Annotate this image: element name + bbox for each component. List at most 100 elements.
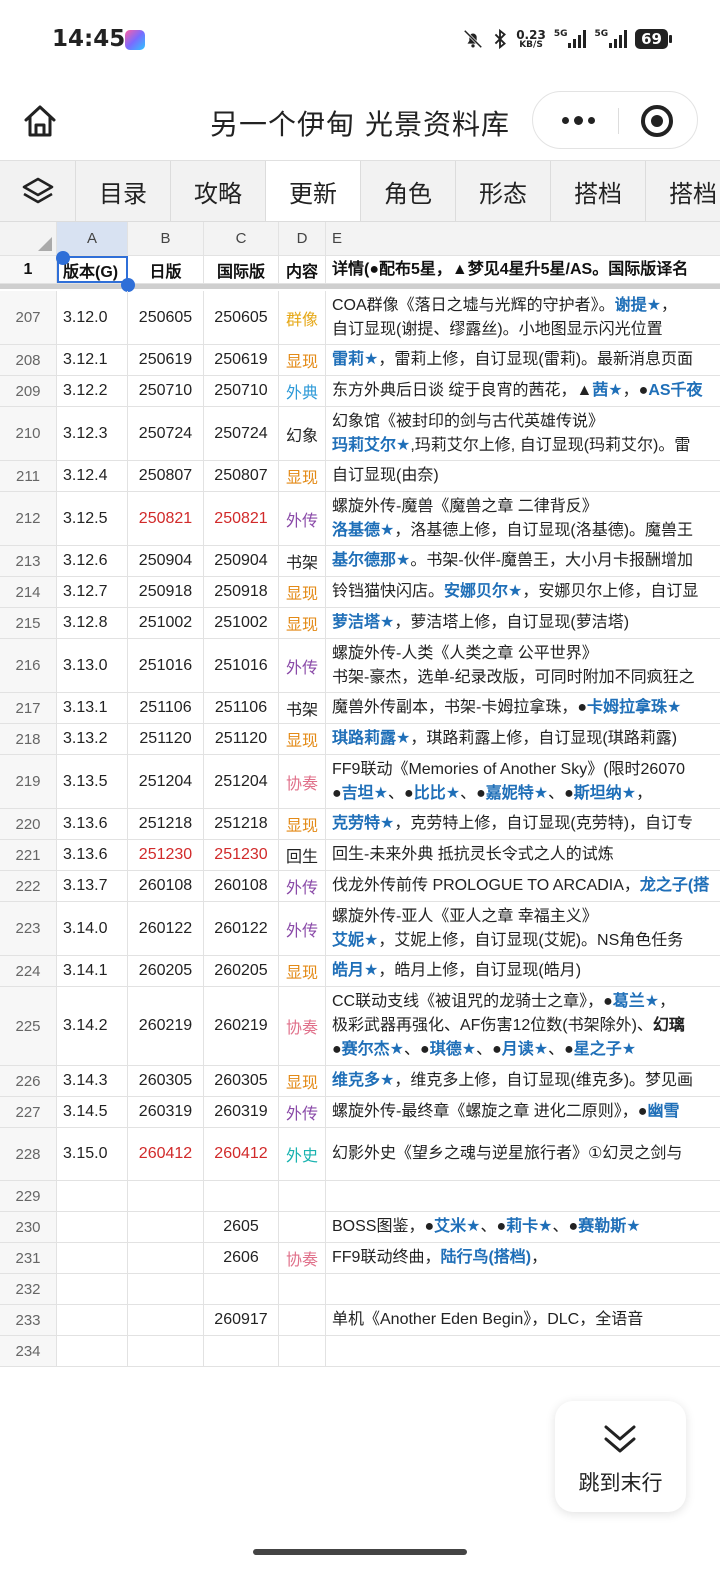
row-number[interactable]: 225 <box>0 987 57 1065</box>
cell-content-type[interactable]: 外传 <box>279 871 326 901</box>
cell-global-date[interactable]: 250619 <box>204 345 279 375</box>
cell-jp-date[interactable]: 260305 <box>128 1066 204 1096</box>
cell-global-date[interactable]: 251204 <box>204 755 279 808</box>
cell-details[interactable]: 螺旋外传-最终章《螺旋之章 进化二原则》，●幽雪 <box>326 1097 720 1127</box>
character-name-link[interactable]: 安娜贝尔★ <box>444 583 522 600</box>
cell-version[interactable]: 3.12.3 <box>57 407 128 460</box>
cell-global-date[interactable]: 260319 <box>204 1097 279 1127</box>
cell-global-date[interactable]: 250605 <box>204 291 279 344</box>
cell-global-date[interactable]: 260205 <box>204 956 279 986</box>
column-header-d[interactable]: D <box>279 222 326 255</box>
row-number[interactable]: 232 <box>0 1274 57 1304</box>
cell-global-date[interactable]: 260122 <box>204 902 279 955</box>
cell-global-date[interactable]: 250821 <box>204 492 279 545</box>
column-header-b[interactable]: B <box>128 222 204 255</box>
cell-global-date[interactable]: 250724 <box>204 407 279 460</box>
row-number[interactable]: 207 <box>0 291 57 344</box>
cell-global-date[interactable] <box>204 1181 279 1211</box>
cell-global-date[interactable]: 2606 <box>204 1243 279 1273</box>
cell-content-type[interactable]: 幻象 <box>279 407 326 460</box>
cell-version[interactable]: 3.14.3 <box>57 1066 128 1096</box>
column-header-e[interactable]: E <box>326 222 720 255</box>
cell-content-type[interactable]: 书架 <box>279 546 326 576</box>
character-name-link[interactable]: 玛莉艾尔★ <box>332 437 410 454</box>
cell-content-type[interactable]: 群像 <box>279 291 326 344</box>
cell-jp-date[interactable]: 250710 <box>128 376 204 406</box>
cell-content-type[interactable]: 协奏 <box>279 755 326 808</box>
cell-jp-date[interactable]: 250605 <box>128 291 204 344</box>
cell-version[interactable]: 3.12.4 <box>57 461 128 491</box>
row-number[interactable]: 217 <box>0 693 57 723</box>
character-name-link[interactable]: 洛基德★ <box>332 522 394 539</box>
row-number[interactable]: 224 <box>0 956 57 986</box>
cell-details[interactable]: 自订显现(由奈) <box>326 461 720 491</box>
cell-details[interactable]: 皓月★，皓月上修，自订显现(皓月) <box>326 956 720 986</box>
cell-content-type[interactable]: 显现 <box>279 461 326 491</box>
cell-details[interactable]: BOSS图鉴，●艾米★、●莉卡★、●赛勒斯★ <box>326 1212 720 1242</box>
character-name-link[interactable]: 琪德★ <box>430 1041 476 1058</box>
character-name-link[interactable]: 月读★ <box>502 1041 548 1058</box>
column-header-a[interactable]: A <box>57 222 128 255</box>
more-icon[interactable] <box>553 106 603 134</box>
cell-global-date[interactable]: 251016 <box>204 639 279 692</box>
row-number[interactable]: 216 <box>0 639 57 692</box>
cell-content-type[interactable]: 显现 <box>279 345 326 375</box>
cell-global-date[interactable]: 250710 <box>204 376 279 406</box>
cell-content-type[interactable]: 协奏 <box>279 987 326 1065</box>
character-name-link[interactable]: 克劳特★ <box>332 815 394 832</box>
cell-content-type[interactable]: 外典 <box>279 376 326 406</box>
cell-content-type[interactable]: 外史 <box>279 1128 326 1180</box>
cell-jp-date[interactable]: 251120 <box>128 724 204 754</box>
cell-global-date[interactable]: 260305 <box>204 1066 279 1096</box>
character-name-link[interactable]: 幽雪 <box>647 1103 679 1120</box>
cell-content-type[interactable]: 外传 <box>279 492 326 545</box>
cell-details[interactable]: 螺旋外传-人类《人类之章 公平世界》 书架-豪杰，选单-纪录改版，可同时附加不同疯… <box>326 639 720 692</box>
cell-content-type[interactable] <box>279 1336 326 1366</box>
cell-details[interactable]: 螺旋外传-魔兽《魔兽之章 二律背反》 洛基德★，洛基德上修，自订显现(洛基德)。魔… <box>326 492 720 545</box>
row-number[interactable]: 1 <box>0 256 57 283</box>
character-name-link[interactable]: 维克多★ <box>332 1072 394 1089</box>
cell-content-type[interactable]: 书架 <box>279 693 326 723</box>
tab-guide[interactable]: 攻略 <box>171 161 266 221</box>
cell-details[interactable]: 魔兽外传副本，书架-卡姆拉拿珠，●卡姆拉拿珠★ <box>326 693 720 723</box>
cell-jp-date[interactable]: 251230 <box>128 840 204 870</box>
sheet-list-button[interactable] <box>0 161 76 221</box>
close-target-icon[interactable] <box>641 105 673 137</box>
cell-content-type[interactable]: 外传 <box>279 639 326 692</box>
cell-version[interactable]: 3.14.1 <box>57 956 128 986</box>
cell-global-date[interactable]: 251120 <box>204 724 279 754</box>
row-number[interactable]: 222 <box>0 871 57 901</box>
cell-content-type[interactable]: 协奏 <box>279 1243 326 1273</box>
cell-version[interactable]: 3.13.1 <box>57 693 128 723</box>
cell-details[interactable]: 伐龙外传前传 PROLOGUE TO ARCADIA，龙之子(搭 <box>326 871 720 901</box>
character-name-link[interactable]: 基尔德那★ <box>332 552 410 569</box>
character-name-link[interactable]: 茜★ <box>592 382 622 399</box>
row-number[interactable]: 215 <box>0 608 57 638</box>
cell-jp-date[interactable] <box>128 1243 204 1273</box>
row-number[interactable]: 220 <box>0 809 57 839</box>
cell-content-type[interactable]: 显现 <box>279 1066 326 1096</box>
tab-partners[interactable]: 搭档 <box>551 161 646 221</box>
header-cell-details[interactable]: 详情(●配布5星，▲梦见4星升5星/AS。国际版译名 <box>326 256 720 283</box>
cell-version[interactable]: 3.14.2 <box>57 987 128 1065</box>
header-cell-global[interactable]: 国际版 <box>204 256 279 283</box>
cell-content-type[interactable]: 显现 <box>279 956 326 986</box>
cell-global-date[interactable]: 260219 <box>204 987 279 1065</box>
cell-version[interactable] <box>57 1274 128 1304</box>
row-number[interactable]: 219 <box>0 755 57 808</box>
jump-to-last-row-button[interactable]: 跳到末行 <box>555 1401 686 1512</box>
row-number[interactable]: 226 <box>0 1066 57 1096</box>
row-number[interactable]: 234 <box>0 1336 57 1366</box>
cell-global-date[interactable]: 2605 <box>204 1212 279 1242</box>
cell-version[interactable]: 3.13.5 <box>57 755 128 808</box>
cell-version[interactable]: 3.12.7 <box>57 577 128 607</box>
cell-version[interactable]: 3.12.2 <box>57 376 128 406</box>
cell-jp-date[interactable]: 260122 <box>128 902 204 955</box>
cell-details[interactable]: 雷莉★，雷莉上修，自订显现(雷莉)。最新消息页面 <box>326 345 720 375</box>
row-number[interactable]: 212 <box>0 492 57 545</box>
cell-global-date[interactable]: 251218 <box>204 809 279 839</box>
cell-jp-date[interactable]: 260319 <box>128 1097 204 1127</box>
cell-jp-date[interactable]: 251002 <box>128 608 204 638</box>
cell-details[interactable] <box>326 1336 720 1366</box>
character-name-link[interactable]: 皓月★ <box>332 962 378 979</box>
